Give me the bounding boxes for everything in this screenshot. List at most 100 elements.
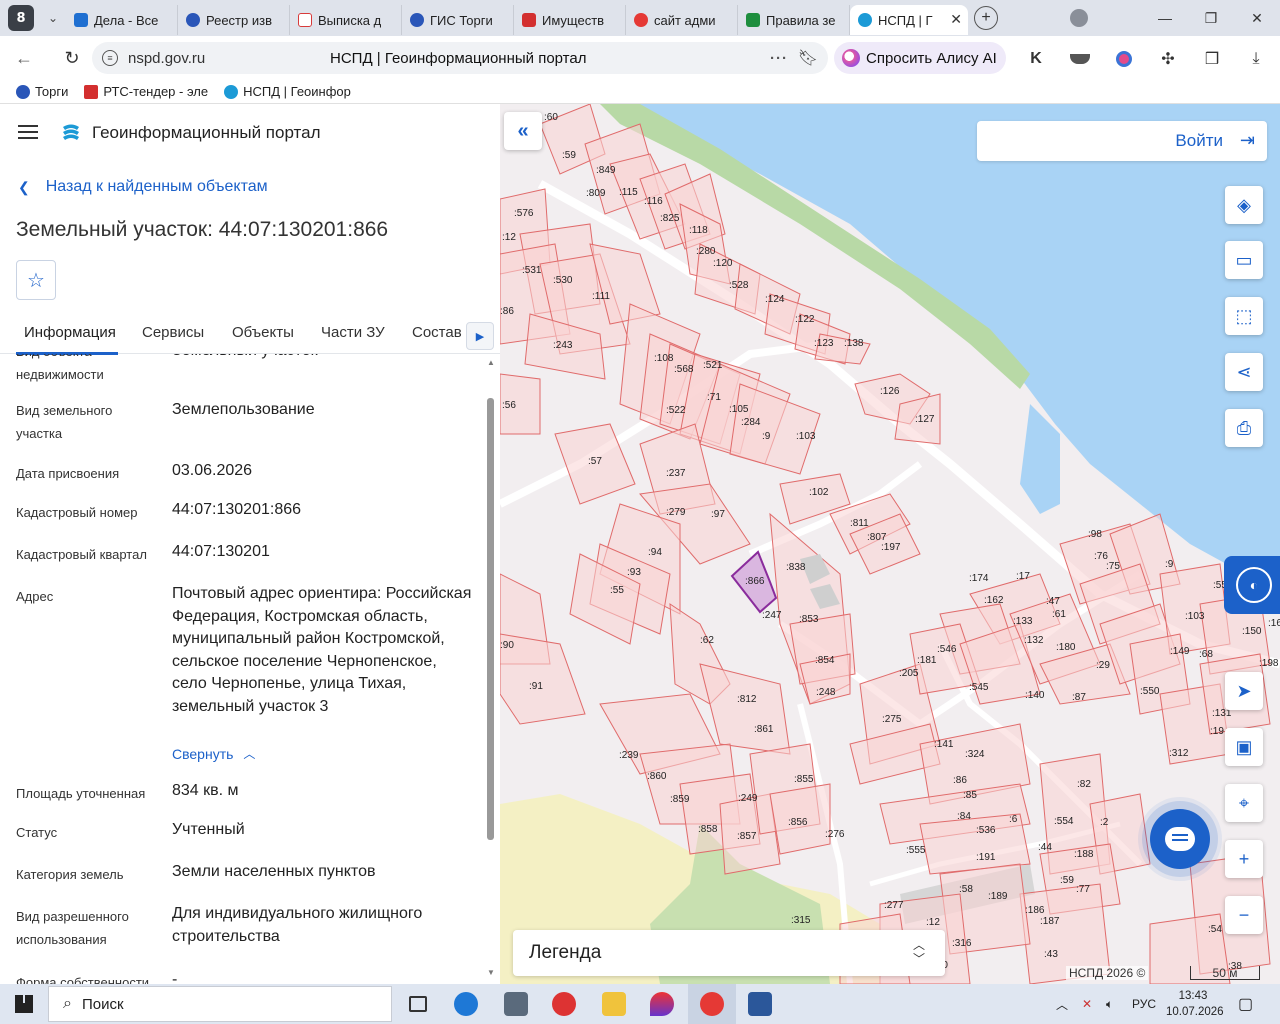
- collapse-panel-button[interactable]: «: [504, 112, 542, 150]
- scroll-up-icon[interactable]: ▲: [487, 358, 495, 367]
- task-view-button[interactable]: [394, 984, 442, 1024]
- clock[interactable]: 13:43 10.07.2026: [1166, 988, 1224, 1020]
- legend-panel[interactable]: Легенда ︿ ﹀: [513, 930, 945, 976]
- browser-tab[interactable]: сайт адми: [626, 5, 738, 35]
- tray-chevron-icon[interactable]: ︿: [1056, 984, 1068, 1024]
- edge-app[interactable]: [442, 984, 490, 1024]
- browser-tab[interactable]: Выписка д: [290, 5, 402, 35]
- plot-label: :239: [619, 750, 639, 761]
- layers-button[interactable]: ◈: [1225, 186, 1263, 224]
- scrollbar-thumb[interactable]: [487, 398, 494, 840]
- info-tabs: Информация Сервисы Объекты Части ЗУ Сост…: [0, 312, 500, 355]
- property-label: Площадь уточненная: [16, 786, 146, 801]
- print-button[interactable]: ⎙: [1225, 409, 1263, 447]
- tab-counter[interactable]: 8: [8, 5, 34, 31]
- app-button[interactable]: [540, 984, 588, 1024]
- url-field[interactable]: ≡ nspd.gov.ru НСПД | Геоинформационный п…: [92, 42, 828, 74]
- notifications-icon[interactable]: ▢: [1238, 984, 1253, 1024]
- minimize-button[interactable]: —: [1142, 0, 1188, 36]
- expand-collapse-icon[interactable]: ︿ ﹀: [913, 938, 925, 966]
- plot-label: :857: [737, 831, 757, 842]
- tab-composition[interactable]: Состав: [412, 324, 462, 341]
- browser-tab[interactable]: Реестр изв: [178, 5, 290, 35]
- plot-label: :132: [1024, 635, 1044, 646]
- network-icon[interactable]: ✕: [1082, 984, 1092, 1024]
- map-attribution: НСПД 2026 ©: [1066, 966, 1149, 980]
- zoom-in-button[interactable]: +: [1225, 840, 1263, 878]
- close-icon[interactable]: ✕: [950, 11, 962, 28]
- more-icon[interactable]: ···: [770, 50, 788, 67]
- favorite-star-button[interactable]: ☆: [16, 260, 56, 300]
- zoom-out-button[interactable]: −: [1225, 896, 1263, 934]
- browser-tab[interactable]: Правила зе: [738, 5, 850, 35]
- back-arrow-icon[interactable]: ←: [6, 40, 42, 76]
- browser-tab[interactable]: Дела - Все: [66, 5, 178, 35]
- tabs-scroll-right-button[interactable]: ▶: [466, 322, 494, 350]
- back-to-results-link[interactable]: ❮ Назад к найденным объектам: [18, 178, 268, 196]
- extension-k-icon[interactable]: K: [1025, 48, 1047, 70]
- collapse-address-link[interactable]: Свернуть ︿: [172, 745, 255, 762]
- yandex-browser-app[interactable]: [688, 984, 736, 1024]
- map-view[interactable]: :60:59:849:809:115:116:825:576:12:118:28…: [500, 104, 1280, 984]
- word-app[interactable]: [736, 984, 784, 1024]
- bookmark-item[interactable]: Торги: [16, 84, 68, 99]
- tab-information[interactable]: Информация: [24, 324, 116, 341]
- plot-label: :545: [969, 682, 989, 693]
- share-button[interactable]: ⋖: [1225, 353, 1263, 391]
- restore-button[interactable]: ❐: [1188, 0, 1234, 36]
- plot-label: :312: [1169, 748, 1189, 759]
- selected-plot-label[interactable]: :866: [745, 576, 764, 587]
- browser-tab[interactable]: Имуществ: [514, 5, 626, 35]
- property-label: Кадастровый квартал: [16, 547, 147, 562]
- hamburger-menu-icon[interactable]: [18, 125, 38, 139]
- plot-label: :809: [586, 188, 606, 199]
- property-label: Вид земельного участка: [16, 403, 113, 441]
- tab-land-parts[interactable]: Части ЗУ: [321, 324, 385, 341]
- start-button[interactable]: [0, 984, 48, 1024]
- language-indicator[interactable]: РУС: [1132, 984, 1156, 1024]
- volume-icon[interactable]: 🔈︎: [1106, 984, 1113, 1024]
- plot-label: :86: [953, 775, 967, 786]
- extension-icon[interactable]: [1069, 48, 1091, 70]
- bookmark-icon[interactable]: 🔖︎: [798, 48, 818, 68]
- ruler-button[interactable]: ▭: [1225, 241, 1263, 279]
- task-view-icon: [409, 996, 427, 1012]
- ask-alice-button[interactable]: Спросить Алису AI: [834, 42, 1006, 74]
- calculator-app[interactable]: [492, 984, 540, 1024]
- collections-icon[interactable]: ❒: [1201, 48, 1223, 70]
- login-button[interactable]: Войти ⇥: [977, 121, 1267, 161]
- minimap-button[interactable]: ▣: [1225, 728, 1263, 766]
- close-window-button[interactable]: ✕: [1234, 0, 1280, 36]
- profile-icon[interactable]: [1056, 0, 1102, 36]
- chevron-down-icon[interactable]: ⌄: [40, 5, 66, 31]
- search-location-button[interactable]: ⌖: [1225, 784, 1263, 822]
- bookmark-item[interactable]: РТС-тендер - эле: [84, 84, 208, 99]
- side-panel-tab[interactable]: ◐: [1224, 556, 1280, 614]
- tab-objects[interactable]: Объекты: [232, 324, 294, 341]
- tab-label: Реестр изв: [206, 12, 272, 28]
- browser-tab-active[interactable]: НСПД | Г ✕: [850, 5, 968, 35]
- reload-icon[interactable]: ↻: [54, 40, 90, 76]
- tab-label: ГИС Торги: [430, 12, 493, 28]
- scroll-down-icon[interactable]: ▼: [487, 968, 495, 977]
- plot-label: :316: [952, 938, 972, 949]
- puzzle-icon[interactable]: ✣: [1157, 48, 1179, 70]
- plot-label: :111: [592, 291, 610, 302]
- bookmark-item[interactable]: НСПД | Геоинфор: [224, 84, 351, 99]
- extension-icon[interactable]: [1113, 48, 1135, 70]
- file-explorer-app[interactable]: [590, 984, 638, 1024]
- browser-tab[interactable]: ГИС Торги: [402, 5, 514, 35]
- chat-icon: [1165, 827, 1195, 851]
- download-icon[interactable]: ⤓: [1245, 48, 1267, 70]
- select-area-button[interactable]: ⬚: [1225, 297, 1263, 335]
- site-info-icon[interactable]: ≡: [102, 50, 118, 66]
- layers-icon: ◈: [1237, 194, 1251, 215]
- tab-services[interactable]: Сервисы: [142, 324, 204, 341]
- chat-button[interactable]: [1150, 809, 1210, 869]
- app-button[interactable]: [638, 984, 686, 1024]
- new-tab-button[interactable]: +: [974, 6, 998, 30]
- plot-label: :103: [796, 431, 816, 442]
- panel-scrollbar[interactable]: ▲ ▼: [485, 354, 497, 984]
- locate-button[interactable]: ➤: [1225, 672, 1263, 710]
- taskbar-search[interactable]: ⌕ Поиск: [48, 986, 392, 1022]
